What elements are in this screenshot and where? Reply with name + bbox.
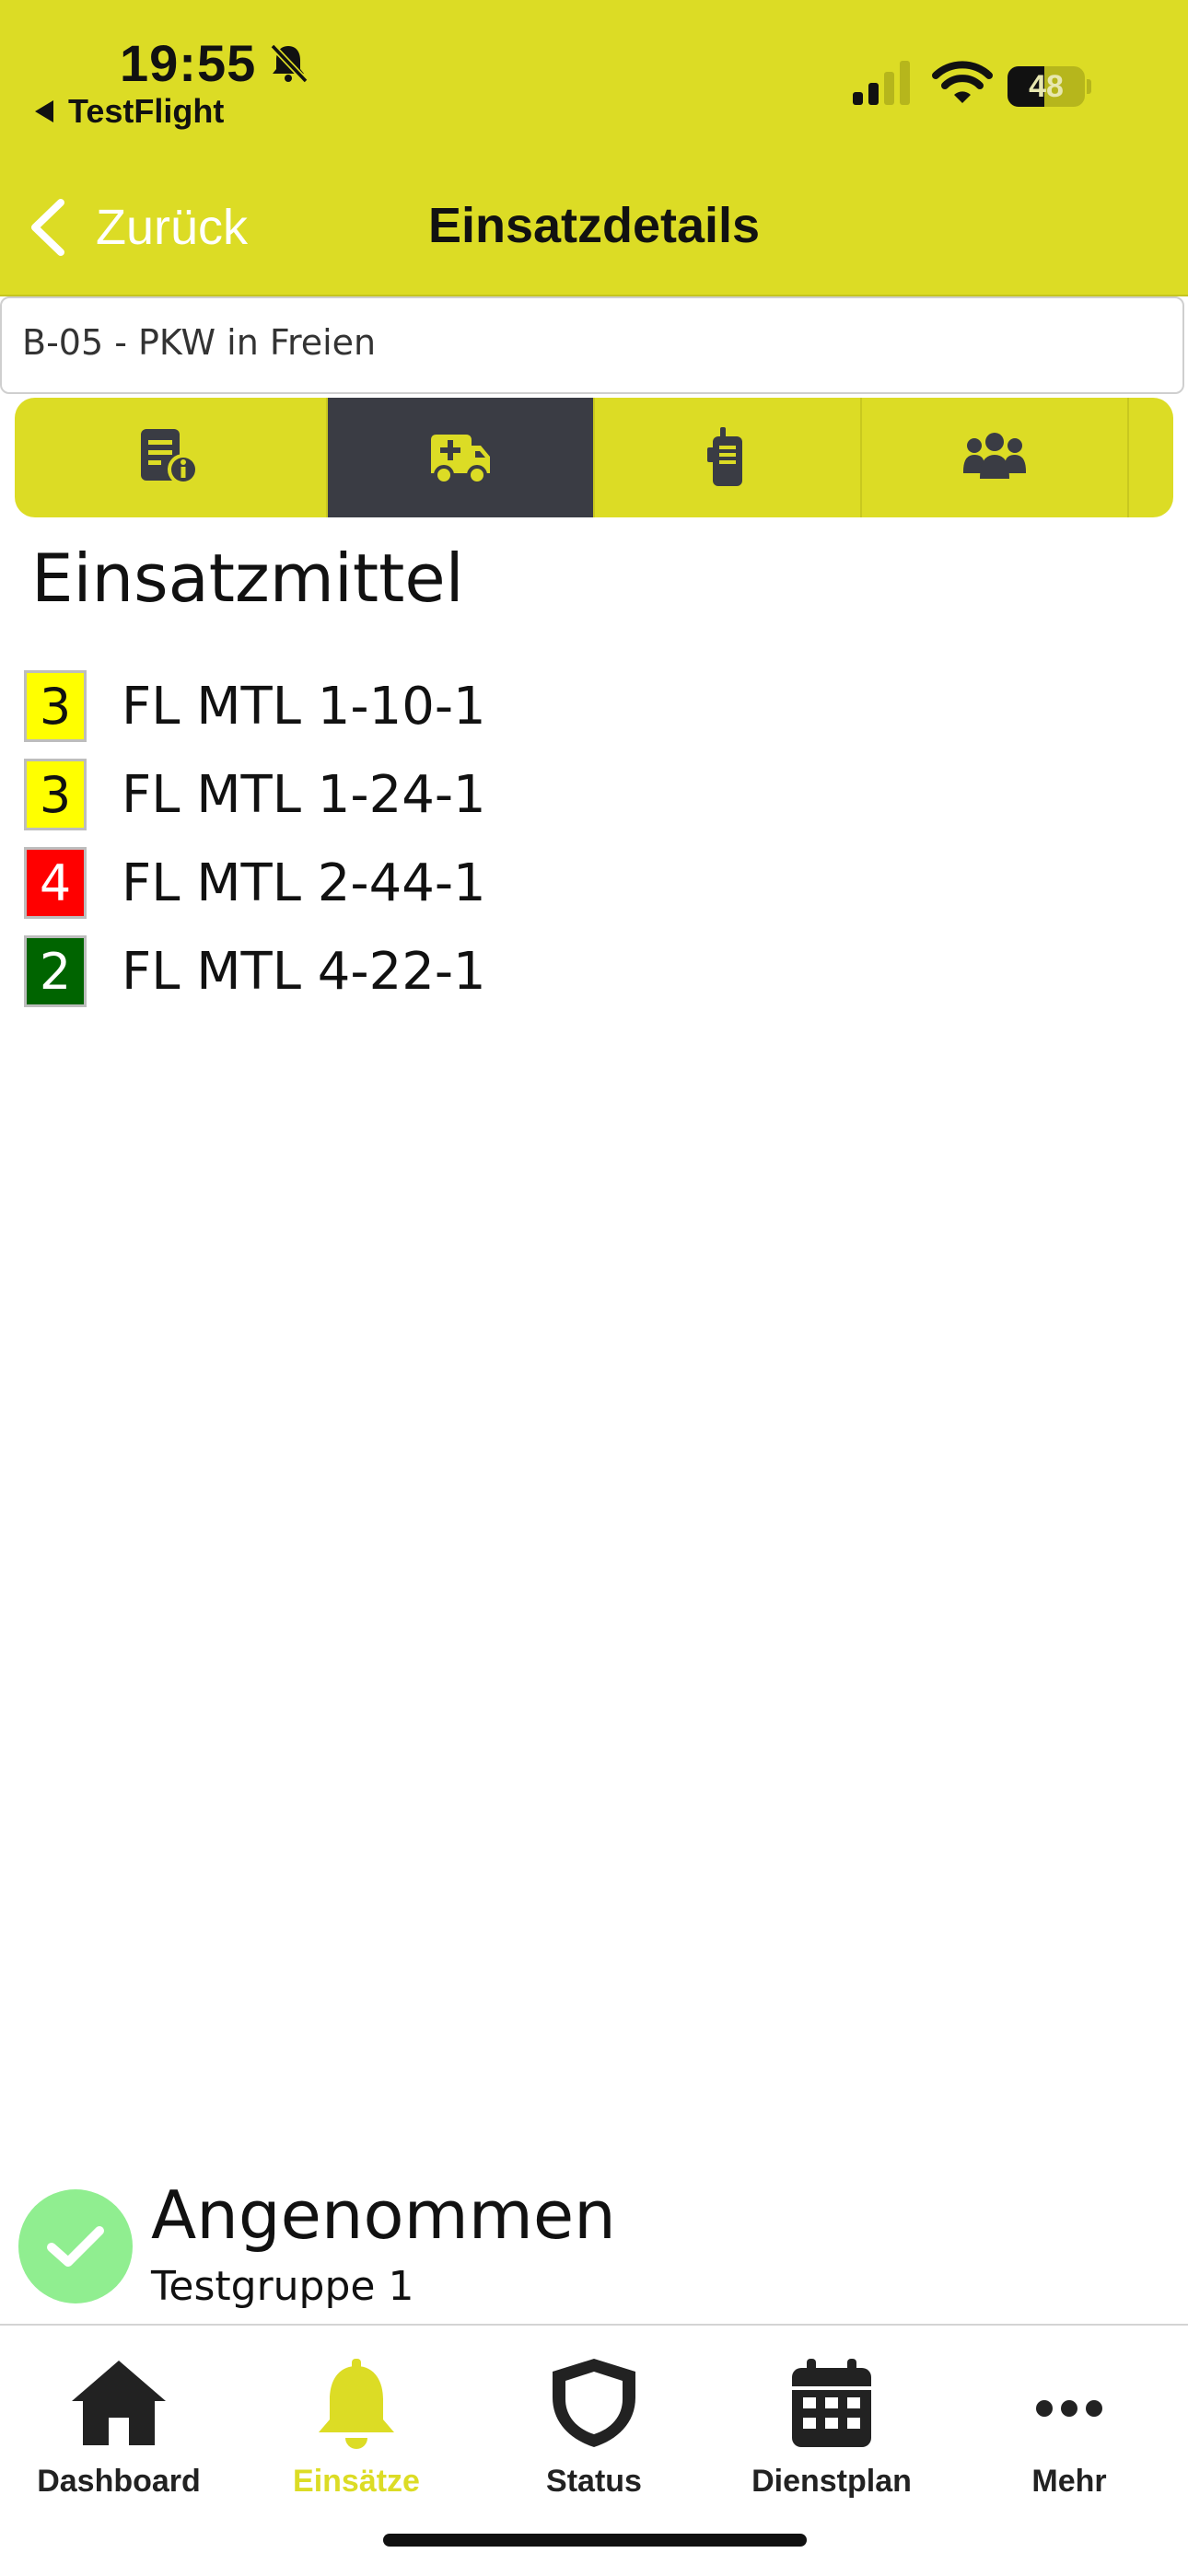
incident-title: B-05 - PKW in Freien bbox=[22, 322, 377, 363]
home-indicator bbox=[383, 2534, 807, 2547]
back-triangle-icon bbox=[35, 100, 53, 122]
detail-tabs bbox=[15, 398, 1173, 517]
nav-label: Einsätze bbox=[293, 2464, 420, 2499]
tab-personnel[interactable] bbox=[862, 398, 1127, 517]
back-app-label: TestFlight bbox=[68, 92, 225, 130]
resource-name: FL MTL 4-22-1 bbox=[122, 941, 486, 1002]
battery-indicator: 48 bbox=[1007, 66, 1085, 107]
tab-info[interactable] bbox=[15, 398, 326, 517]
resource-row[interactable]: 2 FL MTL 4-22-1 bbox=[24, 934, 486, 1009]
back-chevron-icon bbox=[31, 199, 64, 256]
nav-status[interactable]: Status bbox=[475, 2338, 713, 2513]
resource-name: FL MTL 2-44-1 bbox=[122, 853, 486, 913]
radio-icon bbox=[707, 427, 742, 486]
bell-off-icon bbox=[270, 43, 309, 84]
status-badge: 3 bbox=[24, 759, 87, 830]
nav-einsaetze[interactable]: Einsätze bbox=[238, 2338, 475, 2513]
nav-label: Mehr bbox=[1031, 2464, 1107, 2499]
resource-name: FL MTL 1-10-1 bbox=[122, 676, 486, 737]
shield-icon bbox=[553, 2359, 635, 2447]
tab-radio[interactable] bbox=[595, 398, 860, 517]
nav-label: Dienstplan bbox=[751, 2464, 912, 2499]
home-icon bbox=[72, 2361, 166, 2445]
nav-label: Status bbox=[546, 2464, 642, 2499]
incident-title-bar: B-05 - PKW in Freien bbox=[0, 296, 1184, 394]
calendar-icon bbox=[792, 2359, 871, 2447]
tab-divider bbox=[1127, 398, 1129, 517]
info-document-icon bbox=[141, 429, 199, 485]
section-title: Einsatzmittel bbox=[31, 540, 464, 617]
tab-resources[interactable] bbox=[328, 398, 593, 517]
bell-icon bbox=[319, 2359, 394, 2449]
response-status: Angenommen bbox=[151, 2176, 616, 2254]
status-badge: 2 bbox=[24, 935, 87, 1007]
nav-label: Dashboard bbox=[37, 2464, 201, 2499]
status-badge: 3 bbox=[24, 670, 87, 742]
battery-nub bbox=[1087, 79, 1091, 94]
resource-name: FL MTL 1-24-1 bbox=[122, 764, 486, 825]
wifi-icon bbox=[932, 61, 993, 103]
nav-mehr[interactable]: Mehr bbox=[950, 2338, 1188, 2513]
ambulance-icon bbox=[431, 435, 490, 485]
people-group-icon bbox=[963, 433, 1026, 479]
cellular-signal-icon bbox=[853, 61, 910, 105]
nav-dienstplan[interactable]: Dienstplan bbox=[713, 2338, 950, 2513]
nav-dashboard[interactable]: Dashboard bbox=[0, 2338, 238, 2513]
status-badge: 4 bbox=[24, 847, 87, 919]
response-group: Testgruppe 1 bbox=[151, 2263, 414, 2310]
accepted-indicator bbox=[18, 2189, 133, 2303]
resource-row[interactable]: 3 FL MTL 1-10-1 bbox=[24, 668, 486, 744]
battery-level: 48 bbox=[1029, 69, 1064, 104]
top-bar: 19:55 TestFlight 48 Zurück Einsatzdetail… bbox=[0, 0, 1188, 296]
more-dots-icon bbox=[1036, 2400, 1102, 2417]
checkmark-icon bbox=[47, 2226, 104, 2267]
resource-row[interactable]: 3 FL MTL 1-24-1 bbox=[24, 757, 486, 832]
back-label: Zurück bbox=[96, 200, 249, 255]
resource-row[interactable]: 4 FL MTL 2-44-1 bbox=[24, 845, 486, 921]
status-time: 19:55 bbox=[120, 34, 257, 92]
back-button[interactable]: Zurück bbox=[26, 193, 248, 261]
back-to-app-link[interactable]: TestFlight bbox=[35, 92, 224, 131]
